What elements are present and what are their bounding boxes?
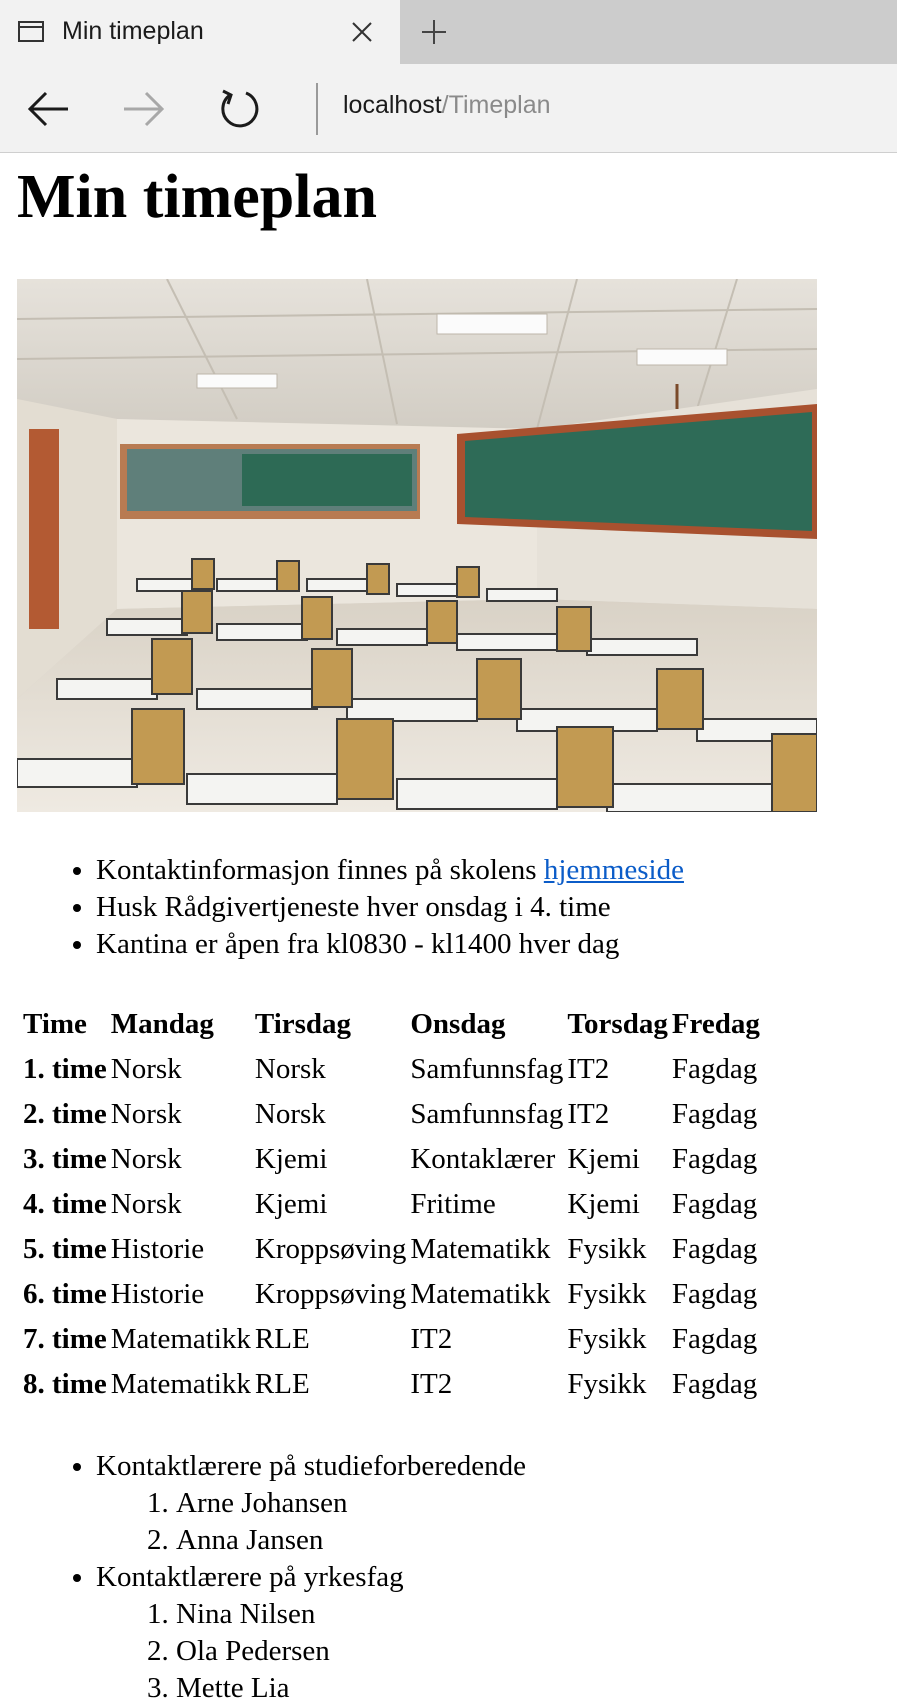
info-item-contact: Kontaktinformasjon finnes på skolens hje… [96, 852, 897, 889]
list-item: Mette Lia [176, 1670, 897, 1707]
header-thursday: Torsdag [567, 1008, 668, 1040]
page-icon [18, 21, 44, 42]
table-cell: Matematikk [410, 1278, 551, 1310]
page-title: Min timeplan [17, 163, 377, 231]
table-cell: Kjemi [567, 1188, 640, 1220]
table-cell: Fagdag [671, 1368, 758, 1400]
info-list: Kontaktinformasjon finnes på skolens hje… [17, 852, 897, 963]
table-cell: Fagdag [671, 1053, 758, 1085]
table-cell: Norsk [110, 1188, 182, 1220]
table-cell: Matematikk [410, 1233, 551, 1265]
tab-title: Min timeplan [62, 17, 204, 45]
time-cell: 6. time [23, 1278, 107, 1310]
table-cell: Kjemi [254, 1188, 328, 1220]
back-arrow-icon[interactable] [26, 86, 72, 132]
reload-icon[interactable] [216, 86, 262, 132]
teacher-list-academic: Arne Johansen Anna Jansen [96, 1485, 897, 1559]
close-icon[interactable] [349, 19, 375, 45]
time-cell: 1. time [23, 1053, 107, 1085]
header-monday: Mandag [110, 1008, 214, 1040]
list-item: Ola Pedersen [176, 1633, 897, 1670]
info-item-contact-text: Kontaktinformasjon finnes på skolens [96, 854, 544, 886]
timetable: Time Mandag Tirsdag Onsdag Torsdag Freda… [20, 1001, 763, 1408]
table-cell: Fritime [410, 1188, 496, 1220]
timetable-header-row: Time Mandag Tirsdag Onsdag Torsdag Freda… [22, 1003, 761, 1046]
teacher-group-vocational-label: Kontaktlærere på yrkesfag [96, 1561, 404, 1593]
header-wednesday: Onsdag [410, 1008, 506, 1040]
browser-tab[interactable]: Min timeplan [0, 0, 400, 64]
table-cell: Samfunnsfag [410, 1053, 564, 1085]
table-cell: Matematikk [110, 1368, 251, 1400]
table-cell: Fysikk [567, 1233, 647, 1265]
list-item: Arne Johansen [176, 1485, 897, 1522]
table-cell: Fagdag [671, 1278, 758, 1310]
address-separator [316, 83, 318, 135]
table-cell: Historie [110, 1233, 205, 1265]
homepage-link[interactable]: hjemmeside [544, 854, 684, 886]
table-row: 2. time Norsk Norsk Samfunnsfag IT2 Fagd… [22, 1093, 761, 1136]
table-cell: Fysikk [567, 1368, 647, 1400]
time-cell: 3. time [23, 1143, 107, 1175]
table-row: 3. time Norsk Kjemi Kontaklærer Kjemi Fa… [22, 1138, 761, 1181]
table-row: 5. time Historie Kroppsøving Matematikk … [22, 1228, 761, 1271]
navigation-bar: localhost/Timeplan [0, 64, 897, 153]
table-cell: Matematikk [110, 1323, 251, 1355]
info-item-canteen: Kantina er åpen fra kl0830 - kl1400 hver… [96, 926, 897, 963]
classroom-photo [17, 279, 817, 812]
table-cell: Fysikk [567, 1278, 647, 1310]
table-row: 1. time Norsk Norsk Samfunnsfag IT2 Fagd… [22, 1048, 761, 1091]
table-cell: Fagdag [671, 1098, 758, 1130]
table-cell: RLE [254, 1368, 310, 1400]
list-item: Anna Jansen [176, 1522, 897, 1559]
table-cell: Kontaklærer [410, 1143, 556, 1175]
table-cell: IT2 [410, 1323, 453, 1355]
address-host: localhost [343, 91, 442, 119]
table-cell: Fagdag [671, 1323, 758, 1355]
teacher-group-academic-label: Kontaktlærere på studieforberedende [96, 1450, 526, 1482]
table-cell: Samfunnsfag [410, 1098, 564, 1130]
new-tab-plus-icon[interactable] [420, 18, 448, 46]
table-cell: Kjemi [254, 1143, 328, 1175]
table-row: 7. time Matematikk RLE IT2 Fysikk Fagdag [22, 1318, 761, 1361]
address-path: /Timeplan [441, 91, 551, 119]
time-cell: 5. time [23, 1233, 107, 1265]
time-cell: 2. time [23, 1098, 107, 1130]
teacher-group-academic: Kontaktlærere på studieforberedende Arne… [96, 1448, 897, 1559]
table-cell: Fysikk [567, 1323, 647, 1355]
table-cell: Kroppsøving [254, 1233, 407, 1265]
list-item: Nina Nilsen [176, 1596, 897, 1633]
table-cell: IT2 [567, 1098, 610, 1130]
header-friday: Fredag [671, 1008, 760, 1040]
table-cell: Norsk [254, 1098, 326, 1130]
table-cell: Fagdag [671, 1143, 758, 1175]
address-bar[interactable]: localhost/Timeplan [343, 91, 551, 120]
header-tuesday: Tirsdag [254, 1008, 352, 1040]
teacher-list-vocational: Nina Nilsen Ola Pedersen Mette Lia [96, 1596, 897, 1707]
table-cell: Historie [110, 1278, 205, 1310]
table-cell: Kroppsøving [254, 1278, 407, 1310]
table-cell: RLE [254, 1323, 310, 1355]
table-cell: Norsk [110, 1143, 182, 1175]
table-cell: IT2 [410, 1368, 453, 1400]
table-cell: Fagdag [671, 1188, 758, 1220]
time-cell: 4. time [23, 1188, 107, 1220]
table-cell: Kjemi [567, 1143, 640, 1175]
table-row: 6. time Historie Kroppsøving Matematikk … [22, 1273, 761, 1316]
table-row: 8. time Matematikk RLE IT2 Fysikk Fagdag [22, 1363, 761, 1406]
tab-bar: Min timeplan [0, 0, 897, 64]
forward-arrow-icon[interactable] [120, 86, 166, 132]
header-time: Time [23, 1008, 87, 1040]
page-content: Min timeplan • Kontaktinformasjon finnes… [0, 153, 897, 1707]
table-cell: Norsk [110, 1053, 182, 1085]
time-cell: 7. time [23, 1323, 107, 1355]
table-cell: Fagdag [671, 1233, 758, 1265]
table-cell: IT2 [567, 1053, 610, 1085]
table-cell: Norsk [110, 1098, 182, 1130]
table-cell: Norsk [254, 1053, 326, 1085]
time-cell: 8. time [23, 1368, 107, 1400]
table-row: 4. time Norsk Kjemi Fritime Kjemi Fagdag [22, 1183, 761, 1226]
teacher-group-vocational: Kontaktlærere på yrkesfag Nina Nilsen Ol… [96, 1559, 897, 1707]
contact-teachers-list: Kontaktlærere på studieforberedende Arne… [17, 1448, 897, 1707]
info-item-counseling: Husk Rådgivertjeneste hver onsdag i 4. t… [96, 889, 897, 926]
